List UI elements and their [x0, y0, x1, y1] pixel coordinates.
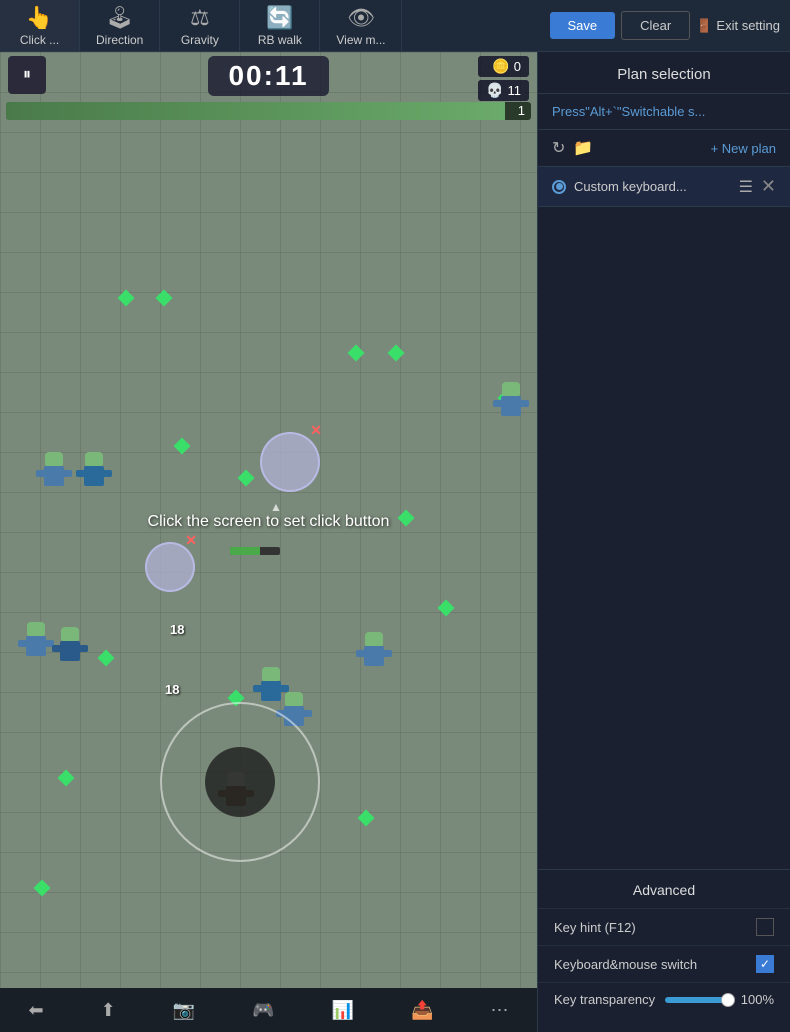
- toolbar-direction-label: Direction: [96, 33, 143, 47]
- slider-thumb: [721, 993, 735, 1007]
- slider-track: [665, 997, 728, 1003]
- progress-bar: 1: [6, 102, 531, 120]
- game-timer: 00:11: [208, 56, 328, 96]
- click-circle-2[interactable]: [145, 542, 195, 592]
- joystick-inner: [205, 747, 275, 817]
- score-popup-1: 18: [170, 622, 184, 637]
- bottom-btn-up[interactable]: ⬆: [93, 996, 124, 1025]
- toolbar-rb-walk-label: RB walk: [258, 33, 302, 47]
- toolbar-actions: Save Clear 🚪 Exit setting: [540, 0, 790, 51]
- transparency-row: Key transparency 100%: [538, 982, 790, 1016]
- transparency-value: 100%: [738, 992, 774, 1007]
- plan-radio-dot: [556, 183, 563, 190]
- game-area[interactable]: ⏸ 00:11 🪙 0 💀 11 1: [0, 52, 537, 1032]
- skull-score: 💀 11: [478, 80, 529, 101]
- skull-value: 11: [508, 83, 522, 98]
- keyboard-mouse-row: Keyboard&mouse switch: [538, 945, 790, 982]
- clear-button[interactable]: Clear: [621, 11, 690, 40]
- grid-background: [0, 52, 537, 1032]
- bottom-btn-stats[interactable]: 📊: [324, 996, 362, 1025]
- switchable-hint: Press"Alt+`"Switchable s...: [538, 94, 790, 130]
- refresh-icon[interactable]: ↻: [552, 138, 565, 158]
- plan-toolbar: ↻ 📁 + New plan: [538, 130, 790, 167]
- zombie-1: [40, 452, 68, 488]
- zombie-5: [360, 632, 388, 668]
- game-canvas: [0, 52, 537, 1032]
- arrow-indicator: ▲: [270, 500, 282, 514]
- transparency-slider-wrap[interactable]: [665, 997, 728, 1003]
- main-area: ⏸ 00:11 🪙 0 💀 11 1: [0, 52, 790, 1032]
- slider-fill: [665, 997, 728, 1003]
- plan-label: Custom keyboard...: [574, 179, 731, 194]
- view-more-icon: 👁: [347, 5, 375, 31]
- progress-value: 1: [518, 102, 525, 120]
- pause-button[interactable]: ⏸: [8, 56, 46, 94]
- plan-menu-icon[interactable]: ☰: [739, 177, 753, 197]
- toolbar-rb-walk[interactable]: 🔄 RB walk: [240, 0, 320, 51]
- score-popup-2: 18: [165, 682, 179, 697]
- plan-selection-title: Plan selection: [538, 52, 790, 94]
- panel-spacer: [538, 207, 790, 869]
- plan-radio[interactable]: [552, 180, 566, 194]
- toolbar-click-label: Click ...: [20, 33, 59, 47]
- health-bar: [230, 547, 280, 555]
- bottom-btn-gamepad[interactable]: 🎮: [244, 996, 282, 1025]
- click-circle-1[interactable]: [260, 432, 320, 492]
- bottom-btn-share[interactable]: 📤: [403, 996, 441, 1025]
- toolbar-view-more-label: View m...: [336, 33, 385, 47]
- coin-score: 🪙 0: [478, 56, 529, 77]
- skull-icon: 💀: [486, 82, 503, 99]
- keyboard-mouse-label: Keyboard&mouse switch: [554, 957, 756, 972]
- key-transparency-label: Key transparency: [554, 992, 655, 1007]
- game-bottom-toolbar: ⬅ ⬆ 📷 🎮 📊 📤 ⋯: [0, 988, 537, 1032]
- toolbar-view-more[interactable]: 👁 View m...: [320, 0, 402, 51]
- right-panel: Plan selection Press"Alt+`"Switchable s.…: [537, 52, 790, 1032]
- game-hud: ⏸ 00:11 🪙 0 💀 11: [0, 52, 537, 100]
- plan-actions: ☰ ✕: [739, 176, 776, 197]
- folder-icon[interactable]: 📁: [573, 138, 593, 158]
- toolbar-click[interactable]: 👆 Click ...: [0, 0, 80, 51]
- zombie-3: [22, 622, 50, 658]
- coin-value: 0: [514, 59, 521, 74]
- coin-icon: 🪙: [492, 58, 509, 75]
- advanced-title: Advanced: [538, 870, 790, 908]
- health-fill: [230, 547, 260, 555]
- new-plan-link[interactable]: + New plan: [711, 141, 776, 156]
- key-hint-row: Key hint (F12): [538, 908, 790, 945]
- key-hint-label: Key hint (F12): [554, 920, 756, 935]
- zombie-2: [80, 452, 108, 488]
- advanced-section: Advanced Key hint (F12) Keyboard&mouse s…: [538, 869, 790, 1032]
- top-toolbar: 👆 Click ... 🕹 Direction ⚖ Gravity 🔄 RB w…: [0, 0, 790, 52]
- exit-icon: 🚪: [696, 18, 712, 34]
- progress-fill: [6, 102, 505, 120]
- plan-close-icon[interactable]: ✕: [761, 176, 776, 197]
- click-icon: 👆: [26, 5, 53, 31]
- plan-item-custom-keyboard[interactable]: Custom keyboard... ☰ ✕: [538, 167, 790, 207]
- zombie-8: [497, 382, 525, 418]
- key-hint-checkbox[interactable]: [756, 918, 774, 936]
- joystick-outer[interactable]: [160, 702, 320, 862]
- gravity-icon: ⚖: [190, 5, 210, 31]
- exit-setting-button[interactable]: 🚪 Exit setting: [696, 18, 780, 34]
- exit-label: Exit setting: [716, 18, 780, 33]
- bottom-btn-back[interactable]: ⬅: [21, 996, 52, 1025]
- bottom-btn-more[interactable]: ⋯: [482, 996, 516, 1025]
- rb-walk-icon: 🔄: [266, 5, 293, 31]
- keyboard-mouse-checkbox[interactable]: [756, 955, 774, 973]
- score-area: 🪙 0 💀 11: [478, 56, 529, 101]
- toolbar-gravity-label: Gravity: [181, 33, 219, 47]
- toolbar-gravity[interactable]: ⚖ Gravity: [160, 0, 240, 51]
- toolbar-direction[interactable]: 🕹 Direction: [80, 0, 160, 51]
- direction-icon: 🕹: [106, 5, 134, 31]
- bottom-btn-camera[interactable]: 📷: [165, 996, 203, 1025]
- zombie-4: [56, 627, 84, 663]
- save-button[interactable]: Save: [550, 12, 616, 39]
